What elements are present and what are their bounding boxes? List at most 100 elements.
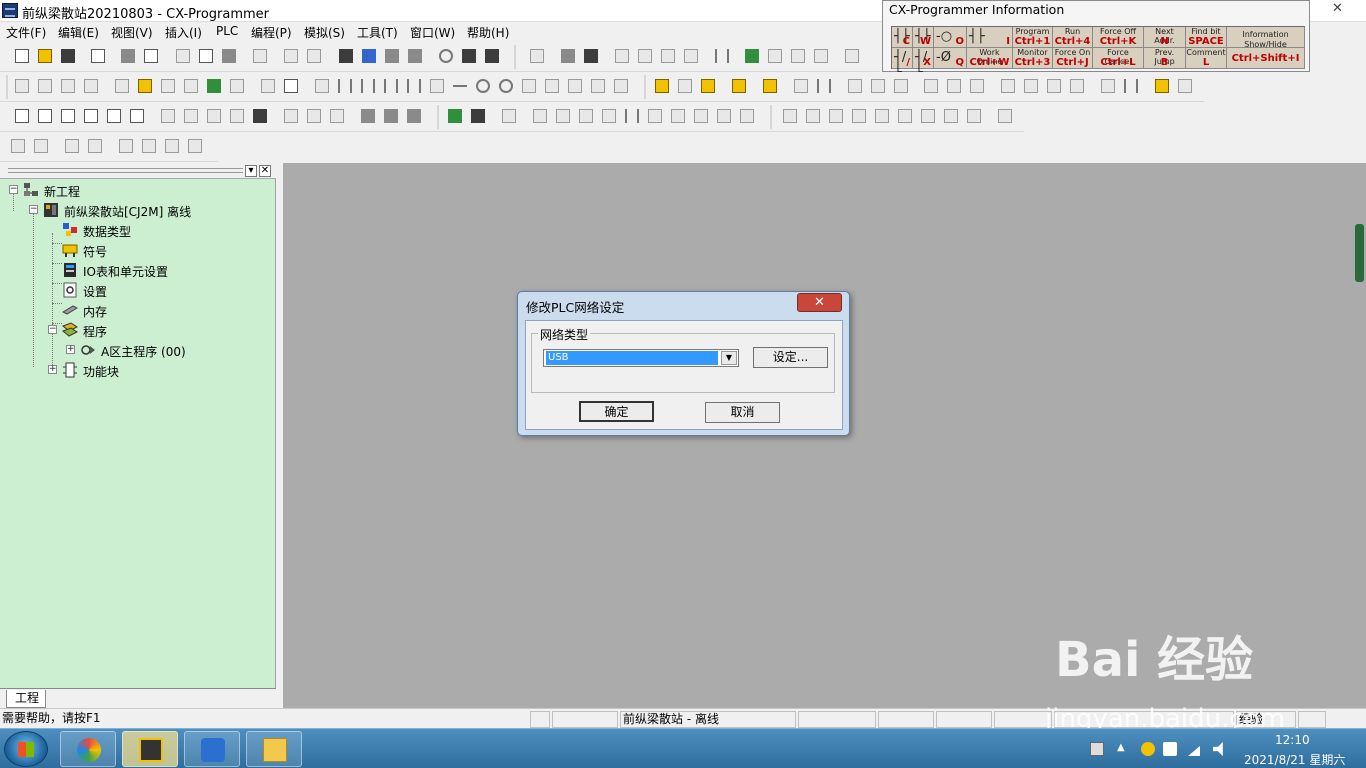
io-all-button[interactable] [964,106,984,126]
tree-item-symbols[interactable]: 符号 [0,240,270,260]
info-toggle-shortcut[interactable]: Ctrl+Shift+I [1227,48,1305,69]
transfer-program-button[interactable] [681,46,701,66]
horizontal-line-button[interactable] [450,76,470,96]
tool-c-button[interactable] [162,136,182,156]
online-edit-button[interactable] [612,46,632,66]
download-button[interactable] [891,76,911,96]
information-panel-close-button[interactable]: ✕ [1332,1,1343,16]
cut-button[interactable] [173,46,193,66]
tab-project[interactable]: 工程 [6,690,46,708]
protect-button[interactable] [967,76,987,96]
paste-special-button[interactable] [250,46,270,66]
find-button[interactable] [336,46,356,66]
scan-replay-button[interactable] [849,106,869,126]
error-check-button[interactable] [675,76,695,96]
sfc-button[interactable] [258,76,278,96]
project-window-button[interactable] [811,46,831,66]
cross-reference-button[interactable] [382,46,402,66]
print-preview-button[interactable] [141,46,161,66]
chevron-down-icon[interactable]: ▼ [721,351,737,365]
break-point-button[interactable] [780,106,800,126]
delete-line-button[interactable] [611,76,631,96]
monitor-mode-shortcut[interactable]: Monitor Ctrl+3 [1013,48,1053,69]
auto-online-button[interactable] [868,76,888,96]
show-hidden-icons-icon[interactable]: ▲ [1117,742,1131,756]
watch-window-button[interactable] [765,46,785,66]
volume-icon[interactable] [1213,742,1223,756]
coil-nc-shortcut[interactable]: ┤/├X [913,48,934,80]
step-out-button[interactable] [691,106,711,126]
compile-all-button[interactable] [729,76,749,96]
output-button[interactable] [35,106,55,126]
st-button[interactable] [281,76,301,96]
new-or-closed-contact-button[interactable] [404,76,424,96]
set-button[interactable] [358,106,378,126]
signal-icon[interactable] [1188,746,1200,756]
output-nc-shortcut[interactable]: -Ø Q [934,48,967,69]
copy-button[interactable] [196,46,216,66]
work-online-shortcut[interactable]: Work Online Ctrl+W [967,48,1013,69]
continuous-step-button[interactable] [553,106,573,126]
tool-a-button[interactable] [116,136,136,156]
io-condition-button[interactable] [872,106,892,126]
pause-sim-button[interactable] [622,106,642,126]
select-mode-button[interactable] [312,76,332,96]
zoom-button[interactable] [12,76,32,96]
reset-button[interactable] [381,106,401,126]
transfer-button[interactable] [558,46,578,66]
mode-debug-button[interactable] [1021,76,1041,96]
global-symbols-button[interactable] [181,106,201,126]
step-over-button[interactable] [668,106,688,126]
taskbar-browser[interactable] [60,731,116,767]
tree-item-data-types[interactable]: 数据类型 [0,220,270,240]
menu-help[interactable]: 帮助(H) [467,24,509,41]
monitor-window-button[interactable] [742,46,762,66]
new-coil-button[interactable] [473,76,493,96]
tool-d-button[interactable] [185,136,205,156]
compare-button[interactable] [944,76,964,96]
help-button[interactable] [459,46,479,66]
menu-edit[interactable]: 编辑(E) [58,24,99,41]
send-changes-button[interactable] [658,46,678,66]
undo-button[interactable] [281,46,301,66]
grid-button[interactable] [112,76,132,96]
return-button[interactable] [995,106,1015,126]
network-settings-button[interactable]: 设定... [753,347,828,368]
list-button[interactable] [62,136,82,156]
pause-button[interactable] [814,76,834,96]
workspace-menu-button[interactable]: ▾ [245,165,257,177]
new-contact-button[interactable] [335,76,355,96]
scroll-handle[interactable] [1355,224,1364,282]
properties-window-button[interactable] [104,106,124,126]
io-reset-button[interactable] [941,106,961,126]
output-coil-shortcut[interactable]: -○ O [934,27,967,48]
information-show-hide[interactable]: Information Show/Hide [1227,27,1305,49]
menu-plc[interactable]: PLC [216,24,238,38]
expand-toggle[interactable]: + [66,345,75,354]
tree-item-main-program[interactable]: + A区主程序 (00) [0,340,270,360]
tray-app-icon[interactable] [1141,742,1155,756]
menu-file[interactable]: 文件(F) [6,24,46,41]
force-cancel-shortcut[interactable]: Force Cancel Ctrl+L [1093,48,1144,69]
menu-tools[interactable]: 工具(T) [357,24,398,41]
properties-button[interactable] [88,46,108,66]
battery-icon[interactable] [1163,742,1177,756]
connect-line-button[interactable] [588,76,608,96]
monitor-off-button[interactable] [468,106,488,126]
clock-date[interactable]: 2021/8/21 星期六 [1244,751,1345,768]
paste-button[interactable] [219,46,239,66]
new-pdu-button[interactable] [542,76,562,96]
zoom-in-button[interactable] [58,76,78,96]
verify-button[interactable] [760,76,780,96]
cancel-button[interactable]: 取消 [705,402,780,423]
vertical-line-button[interactable] [427,76,447,96]
upload-button[interactable] [921,76,941,96]
local-symbols-button[interactable] [158,106,178,126]
fast-forward-button[interactable] [714,106,734,126]
context-help-button[interactable] [482,46,502,66]
new-instruction-button[interactable] [519,76,539,96]
online-simulator-button[interactable] [499,106,519,126]
tree-item-function-blocks[interactable]: + 功能块 [0,360,270,380]
mnemonic-view-button[interactable] [227,76,247,96]
indent-left-button[interactable] [8,136,28,156]
